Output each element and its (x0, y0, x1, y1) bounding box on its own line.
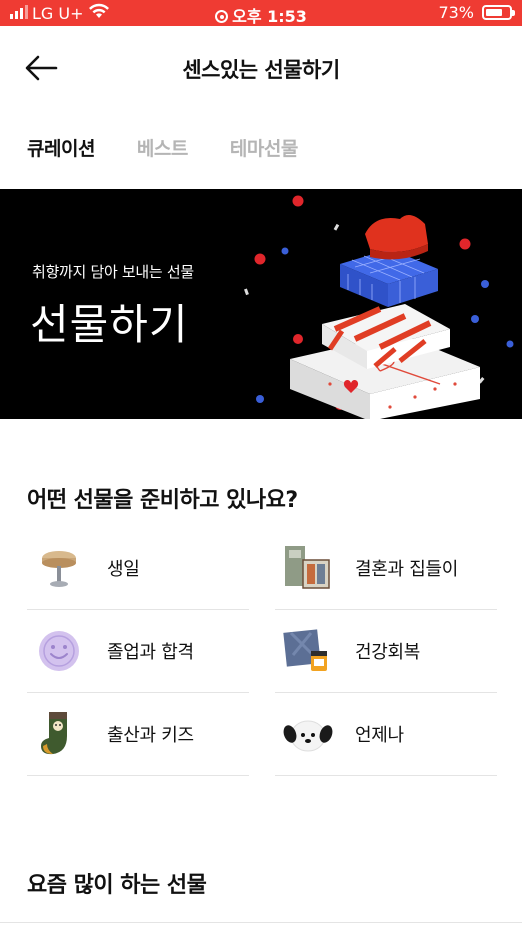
occasion-section-title: 어떤 선물을 준비하고 있나요? (27, 488, 298, 513)
battery-fill (486, 9, 502, 16)
tab-curation[interactable]: 큐레이션 (27, 134, 95, 161)
status-bar-right: 73% (438, 3, 515, 22)
battery-icon (482, 5, 515, 20)
time-label: 오후 1:53 (232, 7, 307, 26)
tab-theme-gift[interactable]: 테마선물 (230, 134, 298, 161)
category-wedding-housewarming[interactable]: 결혼과 집들이 (275, 527, 497, 610)
category-label: 졸업과 합격 (107, 642, 194, 663)
divider (0, 922, 522, 923)
banner-subtitle: 취향까지 담아 보내는 선물 (32, 263, 194, 281)
tab-best[interactable]: 베스트 (137, 134, 188, 161)
tab-bar: 큐레이션 베스트 테마선물 (27, 134, 298, 161)
smiley-coin-icon (39, 631, 79, 671)
category-birthday[interactable]: 생일 (27, 527, 249, 610)
banner-title: 선물하기 (30, 300, 189, 349)
puppy-plush-icon (283, 720, 333, 752)
page-title: 센스있는 선물하기 (182, 58, 340, 82)
category-grid: 생일 결혼과 집들이 졸업과 합격 건강회복 출산과 키즈 언제나 (27, 527, 497, 776)
wrapped-honey-icon (283, 629, 327, 671)
wooden-stand-icon (42, 551, 76, 587)
gift-boxes-illustration (244, 195, 514, 419)
header: 센스있는 선물하기 (0, 26, 522, 110)
category-label: 출산과 키즈 (107, 725, 194, 746)
category-health-recovery[interactable]: 건강회복 (275, 610, 497, 693)
category-label: 결혼과 집들이 (355, 559, 458, 580)
category-graduation-acceptance[interactable]: 졸업과 합격 (27, 610, 249, 693)
category-baby-kids[interactable]: 출산과 키즈 (27, 693, 249, 776)
category-anytime[interactable]: 언제나 (275, 693, 497, 776)
popular-section-title: 요즘 많이 하는 선물 (27, 873, 207, 898)
category-label: 언제나 (355, 725, 404, 746)
baby-sock-icon (41, 712, 67, 755)
status-bar: LG U+ 오후 1:53 73% (0, 0, 522, 26)
battery-percent: 73% (438, 3, 474, 22)
alarm-icon (215, 10, 229, 23)
category-label: 생일 (107, 559, 140, 580)
category-label: 건강회복 (355, 642, 421, 663)
wedding-gift-icon (285, 546, 330, 589)
promo-banner[interactable]: 취향까지 담아 보내는 선물 선물하기 (0, 189, 522, 419)
